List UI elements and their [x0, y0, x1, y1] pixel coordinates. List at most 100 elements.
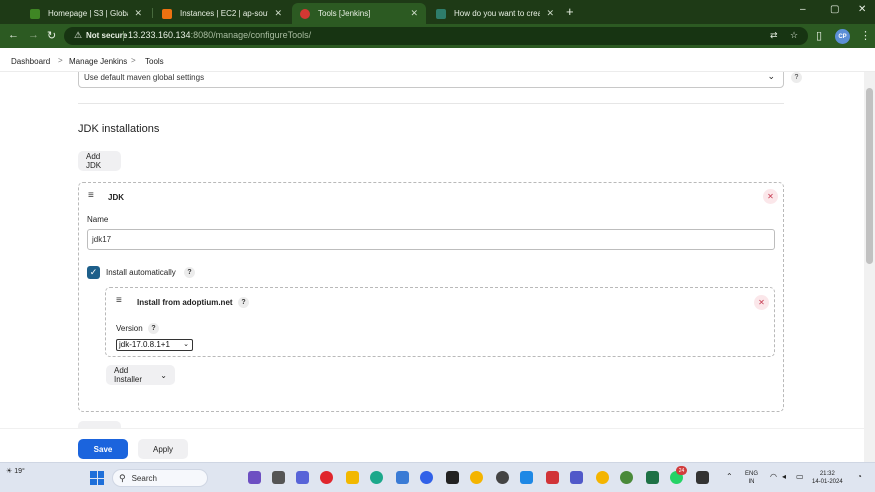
tab-how-create[interactable]: How do you want to create yo ✕: [428, 3, 562, 24]
tab-jenkins-tools[interactable]: Tools [Jenkins] ✕: [292, 3, 426, 24]
battery-icon[interactable]: ▭: [796, 472, 804, 481]
maximize-button[interactable]: ▢: [830, 4, 839, 15]
security-chip[interactable]: Not secure: [86, 31, 127, 40]
tab-ec2[interactable]: Instances | EC2 | ap-south-1 ✕: [154, 3, 290, 24]
warning-icon[interactable]: ⚠: [74, 30, 82, 41]
new-tab-button[interactable]: +: [566, 4, 574, 19]
teams-chat-icon[interactable]: [296, 471, 309, 484]
volume-icon[interactable]: ◂: [782, 472, 786, 481]
version-select[interactable]: jdk-17.0.8.1+1 ⌄: [116, 339, 193, 351]
url-text[interactable]: 13.233.160.134:8080/manage/configureTool…: [128, 30, 311, 40]
notification-badge: 24: [676, 466, 687, 475]
mail-icon[interactable]: [520, 471, 533, 484]
chrome-profile-icon[interactable]: [596, 471, 609, 484]
install-automatically-checkbox[interactable]: ✓: [87, 266, 100, 279]
tab-title: Tools [Jenkins]: [318, 9, 371, 18]
jdk-item: ≡ JDK ✕ Name jdk17 ✓ Install automatical…: [78, 182, 784, 412]
forward-button[interactable]: →: [28, 29, 39, 41]
scrollbar-thumb[interactable]: [866, 88, 873, 264]
widgets-icon[interactable]: [248, 471, 261, 484]
translate-icon[interactable]: ⇄: [770, 30, 778, 41]
breadcrumb-dashboard[interactable]: Dashboard: [11, 57, 50, 66]
taskbar-search[interactable]: ⚲ Search: [112, 469, 208, 487]
clock-date: 14-01-2024: [812, 479, 843, 485]
windows-taskbar: ☀ 19° ⚲ Search 24 ⌃ ENG IN ◠ ◂ ▭ 21:32 1…: [0, 462, 875, 492]
site-favicon-icon: [436, 8, 446, 19]
cmd-icon[interactable]: [696, 471, 709, 484]
github-icon[interactable]: [496, 471, 509, 484]
help-icon[interactable]: ?: [184, 267, 195, 278]
jdk-section-title: JDK installations: [78, 123, 160, 135]
task-view-icon[interactable]: [272, 471, 285, 484]
breadcrumb-manage-jenkins[interactable]: Manage Jenkins: [69, 57, 127, 66]
chrome-active-icon[interactable]: [620, 471, 633, 484]
excel-icon[interactable]: [646, 471, 659, 484]
apply-button[interactable]: Apply: [138, 439, 188, 459]
form-footer: Save Apply: [0, 428, 864, 462]
maven-global-settings-select[interactable]: Use default maven global settings ⌄: [78, 72, 784, 88]
chevron-down-icon: ⌄: [183, 341, 189, 348]
add-jdk-button[interactable]: Add JDK: [78, 151, 121, 171]
edge-icon[interactable]: [370, 471, 383, 484]
breadcrumb-tools[interactable]: Tools: [145, 57, 164, 66]
help-icon[interactable]: ?: [238, 297, 249, 308]
close-icon[interactable]: ✕: [134, 8, 142, 19]
divider: [78, 103, 784, 104]
drag-handle-icon[interactable]: ≡: [116, 295, 122, 306]
back-button[interactable]: ←: [8, 29, 19, 41]
zoom-icon[interactable]: [420, 471, 433, 484]
search-label: Search: [131, 473, 157, 483]
minimize-button[interactable]: –: [800, 4, 806, 15]
jenkins-favicon-icon: [300, 8, 310, 19]
profile-avatar[interactable]: CP: [835, 29, 850, 44]
jdk-item-title: JDK: [108, 193, 125, 202]
chevron-right-icon: >: [58, 56, 63, 65]
address-bar[interactable]: ⚠ Not secure 13.233.160.134:8080/manage/…: [64, 27, 808, 45]
name-label: Name: [87, 215, 109, 224]
tab-title: Homepage | S3 | Global: [48, 9, 129, 18]
jdk-name-input[interactable]: jdk17: [87, 229, 775, 250]
teams-icon[interactable]: [570, 471, 583, 484]
opera-icon[interactable]: [320, 471, 333, 484]
chevron-down-icon: ⌄: [160, 370, 167, 380]
drag-handle-icon[interactable]: ≡: [88, 190, 94, 201]
wifi-icon[interactable]: ◠: [770, 472, 777, 481]
save-button[interactable]: Save: [78, 439, 128, 459]
delete-jdk-button[interactable]: ✕: [763, 189, 778, 204]
installer-title: Install from adoptium.net: [137, 298, 233, 307]
close-window-button[interactable]: ✕: [858, 4, 866, 15]
file-explorer-icon[interactable]: [346, 471, 359, 484]
installer-item: ≡ Install from adoptium.net ? ✕ Version …: [105, 287, 775, 357]
terminal-app-icon[interactable]: [446, 471, 459, 484]
system-clock[interactable]: 21:32 14-01-2024: [812, 470, 843, 486]
tab-s3[interactable]: Homepage | S3 | Global ✕: [22, 3, 150, 24]
close-icon[interactable]: ✕: [546, 8, 554, 19]
notifications-bell-icon[interactable]: ◔: [857, 472, 862, 481]
side-panel-icon[interactable]: ▯: [816, 29, 822, 42]
weather-widget[interactable]: ☀ 19°: [6, 467, 25, 475]
help-icon[interactable]: ?: [148, 323, 159, 334]
add-installer-button[interactable]: Add Installer ⌄: [106, 365, 175, 385]
language-indicator[interactable]: ENG IN: [745, 470, 758, 486]
menu-kebab-icon[interactable]: ⋮: [860, 29, 871, 42]
weather-icon: ☀: [6, 468, 13, 475]
close-icon[interactable]: ✕: [274, 8, 282, 19]
reload-button[interactable]: ↻: [47, 29, 56, 42]
scrollbar[interactable]: [864, 72, 875, 462]
url-host: 13.233.160.134: [128, 30, 191, 40]
version-label: Version: [116, 324, 143, 333]
close-icon[interactable]: ✕: [410, 8, 418, 19]
bookmark-star-icon[interactable]: ☆: [790, 30, 798, 41]
help-icon[interactable]: ?: [791, 72, 802, 83]
s3-favicon-icon: [30, 8, 40, 19]
clock-time: 21:32: [819, 471, 835, 477]
windows-start-icon[interactable]: [90, 471, 104, 485]
store-icon[interactable]: [396, 471, 409, 484]
chevron-up-icon[interactable]: ⌃: [726, 472, 733, 481]
ec2-favicon-icon: [162, 8, 172, 19]
powerpoint-icon[interactable]: [546, 471, 559, 484]
tab-title: Instances | EC2 | ap-south-1: [180, 9, 269, 18]
chrome-icon[interactable]: [470, 471, 483, 484]
search-icon: ⚲: [119, 472, 126, 483]
delete-installer-button[interactable]: ✕: [754, 295, 769, 310]
